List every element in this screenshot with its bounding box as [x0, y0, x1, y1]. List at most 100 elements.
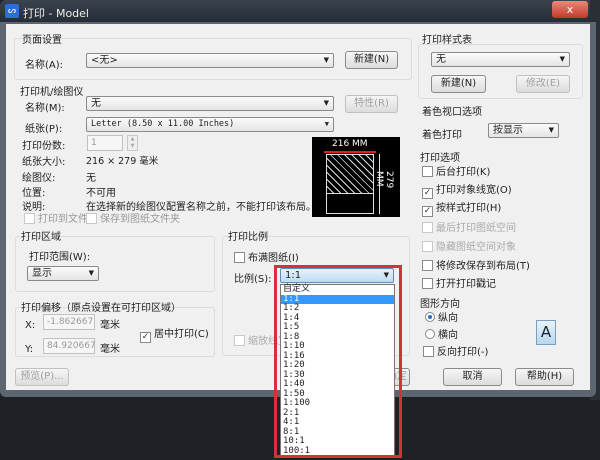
plot-option-checkbox[interactable]: 隐藏图纸空间对象: [422, 240, 516, 254]
plot-option-label: 将修改保存到布局(T): [436, 260, 530, 272]
plot-option-checkbox[interactable]: 将修改保存到布局(T): [422, 259, 530, 273]
landscape-label: 横向: [438, 330, 458, 341]
page-setup-new-button[interactable]: 新建(N): [345, 51, 398, 69]
checkmark-icon: ✓: [140, 332, 151, 343]
plot-option-label: 最后打印图纸空间: [436, 223, 516, 235]
x-offset-input[interactable]: -1.862667: [43, 314, 95, 330]
chevron-down-icon: ▼: [324, 120, 329, 128]
printer-heading: 打印机/绘图仪: [20, 87, 84, 98]
printer-properties-button[interactable]: 特性(R): [345, 95, 398, 113]
preview-width-label: 216 MM: [332, 139, 368, 149]
printable-area-hatch: [326, 154, 374, 194]
location-value: 不可用: [86, 188, 116, 199]
shade-plot-label: 着色打印: [422, 130, 462, 141]
paper-select[interactable]: Letter (8.50 x 11.00 Inches) ▼: [86, 117, 334, 132]
plot-offset-heading: 打印偏移（原点设置在可打印区域）: [21, 303, 181, 314]
x-offset-label: X:: [25, 320, 36, 331]
chevron-down-icon: ▼: [323, 56, 329, 64]
checkbox-box: [422, 278, 433, 290]
checkmark-icon: ✓: [422, 187, 433, 199]
plot-option-checkbox[interactable]: 打开打印戳记: [422, 278, 496, 291]
checkbox-box: [422, 222, 433, 234]
plot-option-checkbox[interactable]: 后台打印(K): [422, 166, 490, 179]
checkbox-box: [24, 213, 35, 224]
landscape-radio[interactable]: 横向: [425, 329, 458, 342]
plotter-label: 绘图仪:: [22, 173, 56, 184]
checkbox-box: [422, 240, 433, 252]
plot-option-label: 后台打印(K): [436, 167, 491, 178]
cancel-button[interactable]: 取消: [443, 368, 502, 386]
description-label: 说明:: [22, 202, 46, 213]
shaded-viewport-heading: 着色视口选项: [422, 107, 482, 118]
plot-style-select[interactable]: 无 ▼: [431, 52, 570, 67]
scale-label: 比例(S):: [234, 274, 272, 285]
plot-option-checkbox[interactable]: ✓ 打印对象线宽(O): [422, 185, 512, 199]
checkbox-box: [422, 166, 433, 177]
shade-plot-select[interactable]: 按显示 ▼: [488, 123, 559, 138]
y-offset-label: Y:: [25, 344, 34, 355]
page-setup-name-select[interactable]: <无> ▼: [86, 53, 334, 68]
paper-size-value: 216 × 279 毫米: [86, 156, 159, 167]
page-setup-heading: 页面设置: [22, 35, 62, 46]
printer-name-select[interactable]: 无 ▼: [86, 96, 334, 111]
copies-input[interactable]: 1: [87, 135, 123, 151]
plot-option-label: 打开打印戳记: [436, 279, 496, 291]
close-button[interactable]: x: [552, 1, 588, 18]
chevron-down-icon: ▼: [559, 55, 565, 63]
y-offset-input[interactable]: 84.920667: [43, 338, 96, 354]
app-icon: ᔕ: [5, 4, 19, 18]
plot-option-label: 隐藏图纸空间对象: [436, 241, 516, 253]
shade-plot-value: 按显示: [493, 125, 523, 136]
print-to-file-label: 打印到文件: [38, 214, 88, 225]
reverse-plot-label: 反向打印(-): [437, 347, 489, 358]
radio-selected-icon: [425, 312, 435, 322]
plot-style-heading: 打印样式表: [422, 35, 472, 46]
print-to-file-checkbox[interactable]: 打印到文件: [24, 213, 88, 226]
portrait-radio[interactable]: 纵向: [425, 312, 458, 325]
page-setup-name-label: 名称(A):: [25, 60, 64, 71]
plot-option-label: 打印对象线宽(O): [436, 184, 512, 196]
paper-size-label: 纸张大小:: [22, 157, 66, 168]
chevron-down-icon: ▼: [548, 126, 554, 134]
printer-name-value: 无: [91, 98, 101, 109]
reverse-plot-checkbox[interactable]: 反向打印(-): [423, 346, 488, 359]
fit-to-paper-checkbox[interactable]: 布满图纸(I): [234, 252, 299, 265]
checkbox-box: [423, 346, 434, 357]
plot-style-new-button[interactable]: 新建(N): [431, 75, 486, 93]
window-title: 打印 - Model: [23, 7, 89, 20]
chevron-down-icon: ▼: [88, 269, 94, 277]
paper-value: Letter (8.50 x 11.00 Inches): [91, 119, 235, 129]
plot-area-group: [15, 236, 215, 292]
plot-option-checkbox[interactable]: ✓ 按样式打印(H): [422, 203, 502, 218]
plot-range-select[interactable]: 显示 ▼: [27, 266, 99, 281]
checkbox-box: [422, 259, 433, 271]
width-dimension-line: [324, 151, 376, 153]
page-setup-name-value: <无>: [91, 55, 118, 66]
plot-option-label: 按样式打印(H): [436, 203, 502, 215]
copies-spinner[interactable]: ▲ ▼: [127, 135, 138, 151]
location-label: 位置:: [22, 188, 46, 199]
x-offset-unit: 毫米: [100, 320, 120, 331]
checkmark-icon: ✓: [422, 206, 433, 218]
help-button[interactable]: 帮助(H): [515, 368, 574, 386]
plot-style-edit-button[interactable]: 修改(E): [516, 75, 570, 93]
plot-area-heading: 打印区域: [21, 232, 61, 243]
plotter-value: 无: [86, 173, 96, 184]
preview-button[interactable]: 预览(P)...: [15, 368, 69, 386]
checkbox-box: [86, 213, 97, 224]
plot-range-value: 显示: [32, 268, 52, 279]
plot-range-label: 打印范围(W):: [29, 252, 91, 263]
center-plot-checkbox[interactable]: ✓ 居中打印(C): [140, 329, 209, 343]
checkbox-box: [234, 335, 245, 346]
preview-height-label: 279 MM: [374, 171, 394, 189]
plot-options-heading: 打印选项: [420, 153, 460, 164]
paper-preview: 216 MM 279 MM: [312, 137, 400, 217]
plot-option-checkbox[interactable]: 最后打印图纸空间: [422, 222, 516, 235]
paper-outline: [326, 194, 374, 214]
fit-to-paper-label: 布满图纸(I): [248, 253, 299, 264]
printer-name-label: 名称(M):: [25, 103, 65, 114]
center-plot-label: 居中打印(C): [154, 329, 209, 340]
save-to-folder-checkbox[interactable]: 保存到图纸文件夹: [86, 213, 180, 226]
copies-label: 打印份数:: [22, 141, 66, 152]
chevron-down-icon: ▼: [323, 99, 329, 107]
